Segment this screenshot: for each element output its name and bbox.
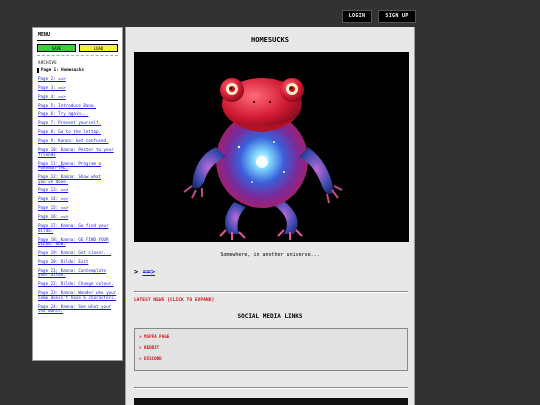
- divider: [134, 291, 408, 293]
- menu-title: MENU: [38, 32, 51, 38]
- page-list: Page 1: Homesucks Page 2: ==> Page 3: ==> P…: [37, 67, 118, 314]
- archive-page-link[interactable]: Page 5: Introduce Bane.: [37, 103, 118, 109]
- archive-page-link[interactable]: Page 3: ==>: [37, 85, 118, 91]
- divider: [134, 387, 408, 389]
- next-prefix: >: [134, 268, 139, 276]
- archive-page-link[interactable]: Page 10: Kanna: Pester to your friends: [37, 147, 118, 157]
- archive-page-link[interactable]: Page 15: ==>: [37, 206, 118, 211]
- archive-page-link[interactable]: Page 16: ==>: [37, 215, 118, 220]
- mspfa-link[interactable]: > MSPFA PAGE: [139, 334, 403, 339]
- archive-page-link[interactable]: Page 22: Dildo: Change colour.: [37, 282, 118, 287]
- comic-panel-image: [134, 52, 409, 242]
- panel-caption: Somewhere, in another universe...: [220, 252, 320, 258]
- reddit-link[interactable]: > REDDIT: [139, 345, 403, 350]
- divider: [37, 55, 118, 56]
- archive-page-link[interactable]: Page 23: Kanna: Wonder who your name doe…: [37, 290, 118, 300]
- page-title: HOMESUCKS: [251, 36, 289, 44]
- archive-page-link[interactable]: Page 19: Kanna: Get closer...: [37, 250, 118, 256]
- archive-page-link[interactable]: Page 21: Kanna: Contemplate your dildo.: [37, 268, 118, 278]
- archive-page-link[interactable]: Page 24: Kanna: See what your the wants.: [37, 304, 118, 314]
- archive-page-link[interactable]: Page 7: Present yourself.: [37, 121, 118, 126]
- social-links-box: > MSPFA PAGE > REDDIT > DISCORD: [134, 328, 408, 371]
- archive-page-link[interactable]: Page 8: Go to the lettop.: [37, 130, 118, 135]
- archive-page-link[interactable]: Page 6: Try again...: [37, 112, 118, 117]
- archive-page-link[interactable]: Page 11: Kanna: Program a Pokemon-TML.: [37, 161, 118, 171]
- archive-page-link[interactable]: Page 2: ==>: [37, 76, 118, 82]
- signup-button[interactable]: SIGN UP: [378, 10, 416, 23]
- archive-page-link[interactable]: Page 18: Kanna: GO FIND YOUR DILDO. NOW.: [37, 237, 118, 247]
- sidebar-menu: MENU SAVE LOAD ARCHIVE Page 1: Homesucks…: [32, 27, 123, 361]
- login-button[interactable]: LOGIN: [342, 10, 372, 23]
- next-command: > ==>: [134, 268, 155, 276]
- next-page-link[interactable]: ==>: [142, 268, 155, 276]
- archive-page-link[interactable]: Page 1: Homesucks: [37, 67, 118, 73]
- menu-divider: [37, 40, 118, 41]
- social-media-heading: SOCIAL MEDIA LINKS: [237, 313, 303, 320]
- load-button[interactable]: LOAD: [79, 44, 118, 52]
- archive-page-link[interactable]: Page 4: ==>: [37, 94, 118, 100]
- main-panel: HOMESUCKS Somewhere, in another universe…: [125, 27, 415, 405]
- discord-link[interactable]: > DISCORD: [139, 356, 403, 361]
- archive-page-link[interactable]: Page 9: Kanna: Get confused.: [37, 139, 118, 144]
- archive-page-link[interactable]: Page 12: Kanna: Show what you've done.: [37, 174, 118, 184]
- archive-page-link[interactable]: Page 13: ==>: [37, 188, 118, 193]
- footer-bar: [134, 398, 408, 405]
- latest-news-toggle[interactable]: LATEST NEWS [CLICK TO EXPAND]: [134, 298, 214, 303]
- archive-label: ARCHIVE: [38, 60, 57, 65]
- archive-page-link[interactable]: Page 20: Dildo: Exit: [37, 259, 118, 265]
- save-button[interactable]: SAVE: [37, 44, 76, 52]
- archive-page-link[interactable]: Page 14: ==>: [37, 197, 118, 202]
- frog-galaxy-illustration: [183, 78, 343, 240]
- save-load-row: SAVE LOAD: [37, 44, 118, 52]
- archive-page-link[interactable]: Page 17: Kanna: Go find your dildo.: [37, 223, 118, 233]
